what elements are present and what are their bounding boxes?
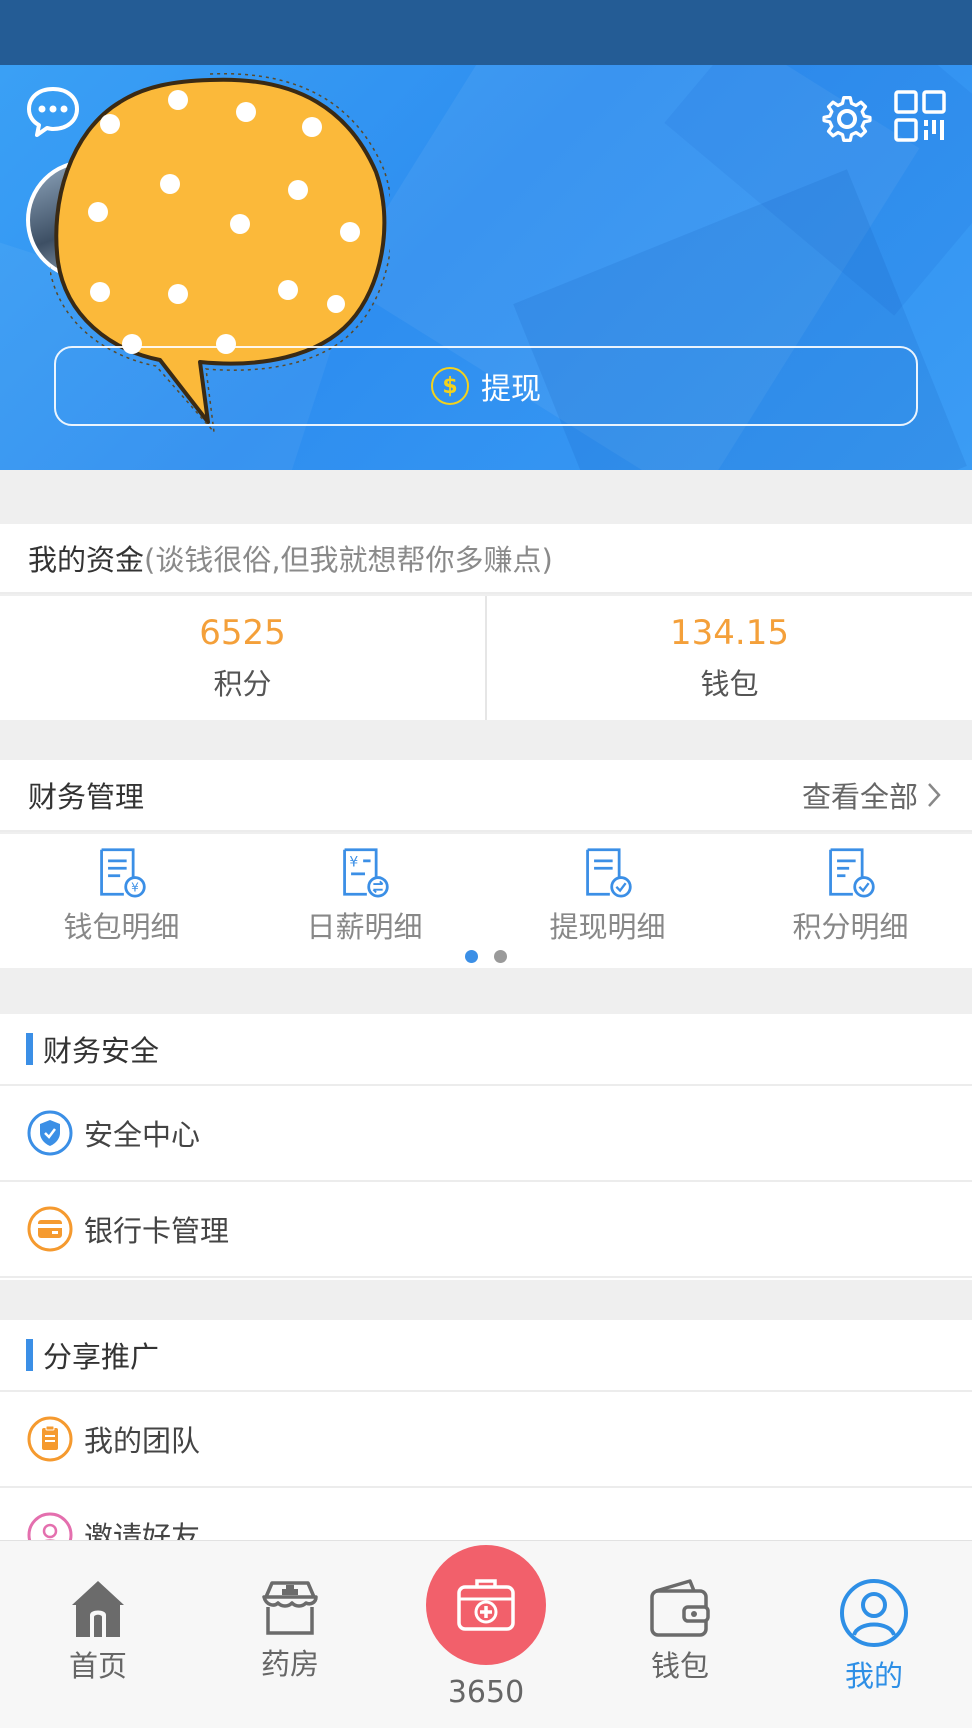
chevron-right-icon: [928, 783, 941, 807]
finance-grid: ¥ 钱包明细 ¥ 日薪明细 提现明细 积分明细: [0, 834, 972, 968]
funds-summary: 6525 积分 134.15 钱包: [0, 596, 972, 720]
pharmacy-icon: [262, 1581, 318, 1635]
points-label: 积分: [213, 667, 272, 701]
security-title-text: 财务安全: [43, 1034, 160, 1068]
tab-center-label: 3650: [447, 1675, 525, 1710]
wallet-detail-label: 钱包明细: [63, 910, 180, 944]
finance-header: 财务管理 查看全部: [0, 760, 972, 832]
section-accent-bar: [26, 1339, 33, 1371]
page-dot-1[interactable]: [465, 950, 478, 963]
shield-icon: [26, 1109, 74, 1157]
security-title: 财务安全: [0, 1014, 972, 1086]
tab-wallet[interactable]: 钱包: [610, 1577, 750, 1685]
wallet-summary[interactable]: 134.15 钱包: [485, 596, 972, 720]
tab-wallet-label: 钱包: [650, 1649, 709, 1683]
dollar-icon: $: [431, 367, 469, 405]
withdraw-button[interactable]: $ 提现: [54, 346, 918, 426]
wallet-detail-icon: ¥: [99, 848, 146, 898]
status-bar: [0, 0, 972, 65]
invite-friends-label: 邀请好友: [84, 1520, 201, 1540]
view-all-link[interactable]: 查看全部: [802, 774, 942, 816]
security-center-label: 安全中心: [84, 1118, 201, 1152]
daily-salary-detail-icon: ¥: [342, 848, 389, 898]
share-title: 分享推广: [0, 1320, 972, 1392]
svg-text:¥: ¥: [131, 881, 139, 895]
points-value: 6525: [199, 613, 286, 653]
funds-title: 我的资金: [28, 543, 145, 577]
points-summary[interactable]: 6525 积分: [0, 596, 485, 720]
medical-kit-button[interactable]: [426, 1545, 546, 1665]
tab-home[interactable]: 首页: [28, 1577, 168, 1685]
page-dot-2[interactable]: [494, 950, 507, 963]
wallet-icon: [650, 1579, 710, 1637]
withdraw-label: 提现: [481, 372, 541, 407]
invite-friends-row[interactable]: 邀请好友: [0, 1488, 972, 1540]
wallet-value: 134.15: [670, 613, 789, 653]
my-team-row[interactable]: 我的团队: [0, 1392, 972, 1488]
withdraw-detail-item[interactable]: 提现明细: [486, 834, 729, 946]
team-icon: [26, 1415, 74, 1463]
tab-pharmacy[interactable]: 药房: [220, 1577, 360, 1683]
security-center-row[interactable]: 安全中心: [0, 1086, 972, 1182]
bank-card-label: 银行卡管理: [84, 1214, 230, 1248]
points-detail-label: 积分明细: [792, 910, 909, 944]
daily-salary-detail-item[interactable]: ¥ 日薪明细: [243, 834, 486, 946]
withdraw-detail-icon: [585, 848, 632, 898]
svg-text:¥: ¥: [349, 854, 358, 870]
view-all-label: 查看全部: [801, 780, 918, 814]
bank-card-row[interactable]: 银行卡管理: [0, 1182, 972, 1278]
my-team-label: 我的团队: [84, 1424, 201, 1458]
tab-me[interactable]: 我的: [804, 1577, 944, 1695]
qr-code-icon[interactable]: [892, 88, 948, 144]
gear-icon[interactable]: [818, 88, 876, 146]
points-detail-icon: [828, 848, 875, 898]
finance-title: 财务管理: [28, 780, 145, 814]
medical-kit-icon: [457, 1579, 515, 1631]
withdraw-detail-label: 提现明细: [549, 910, 666, 944]
daily-salary-detail-label: 日薪明细: [306, 910, 423, 944]
share-section: 分享推广 我的团队 邀请好友: [0, 1320, 972, 1540]
section-accent-bar: [26, 1033, 33, 1065]
tab-home-label: 首页: [68, 1649, 127, 1683]
funds-header: 我的资金 (谈钱很俗,但我就想帮你多赚点): [0, 524, 972, 594]
share-title-text: 分享推广: [43, 1340, 160, 1374]
user-icon: [840, 1579, 908, 1647]
bank-card-icon: [26, 1205, 74, 1253]
tab-pharmacy-label: 药房: [260, 1647, 319, 1681]
invite-icon: [26, 1511, 74, 1540]
wallet-detail-item[interactable]: ¥ 钱包明细: [0, 834, 243, 946]
bottom-tab-bar: 首页 药房 3650 钱包 我的: [0, 1540, 972, 1728]
page-indicator: [0, 946, 972, 963]
security-section: 财务安全 安全中心 银行卡管理: [0, 1014, 972, 1280]
points-detail-item[interactable]: 积分明细: [729, 834, 972, 946]
wallet-label: 钱包: [700, 667, 759, 701]
funds-subtitle: (谈钱很俗,但我就想帮你多赚点): [144, 543, 553, 577]
home-icon: [72, 1581, 124, 1637]
tab-me-label: 我的: [844, 1659, 903, 1693]
